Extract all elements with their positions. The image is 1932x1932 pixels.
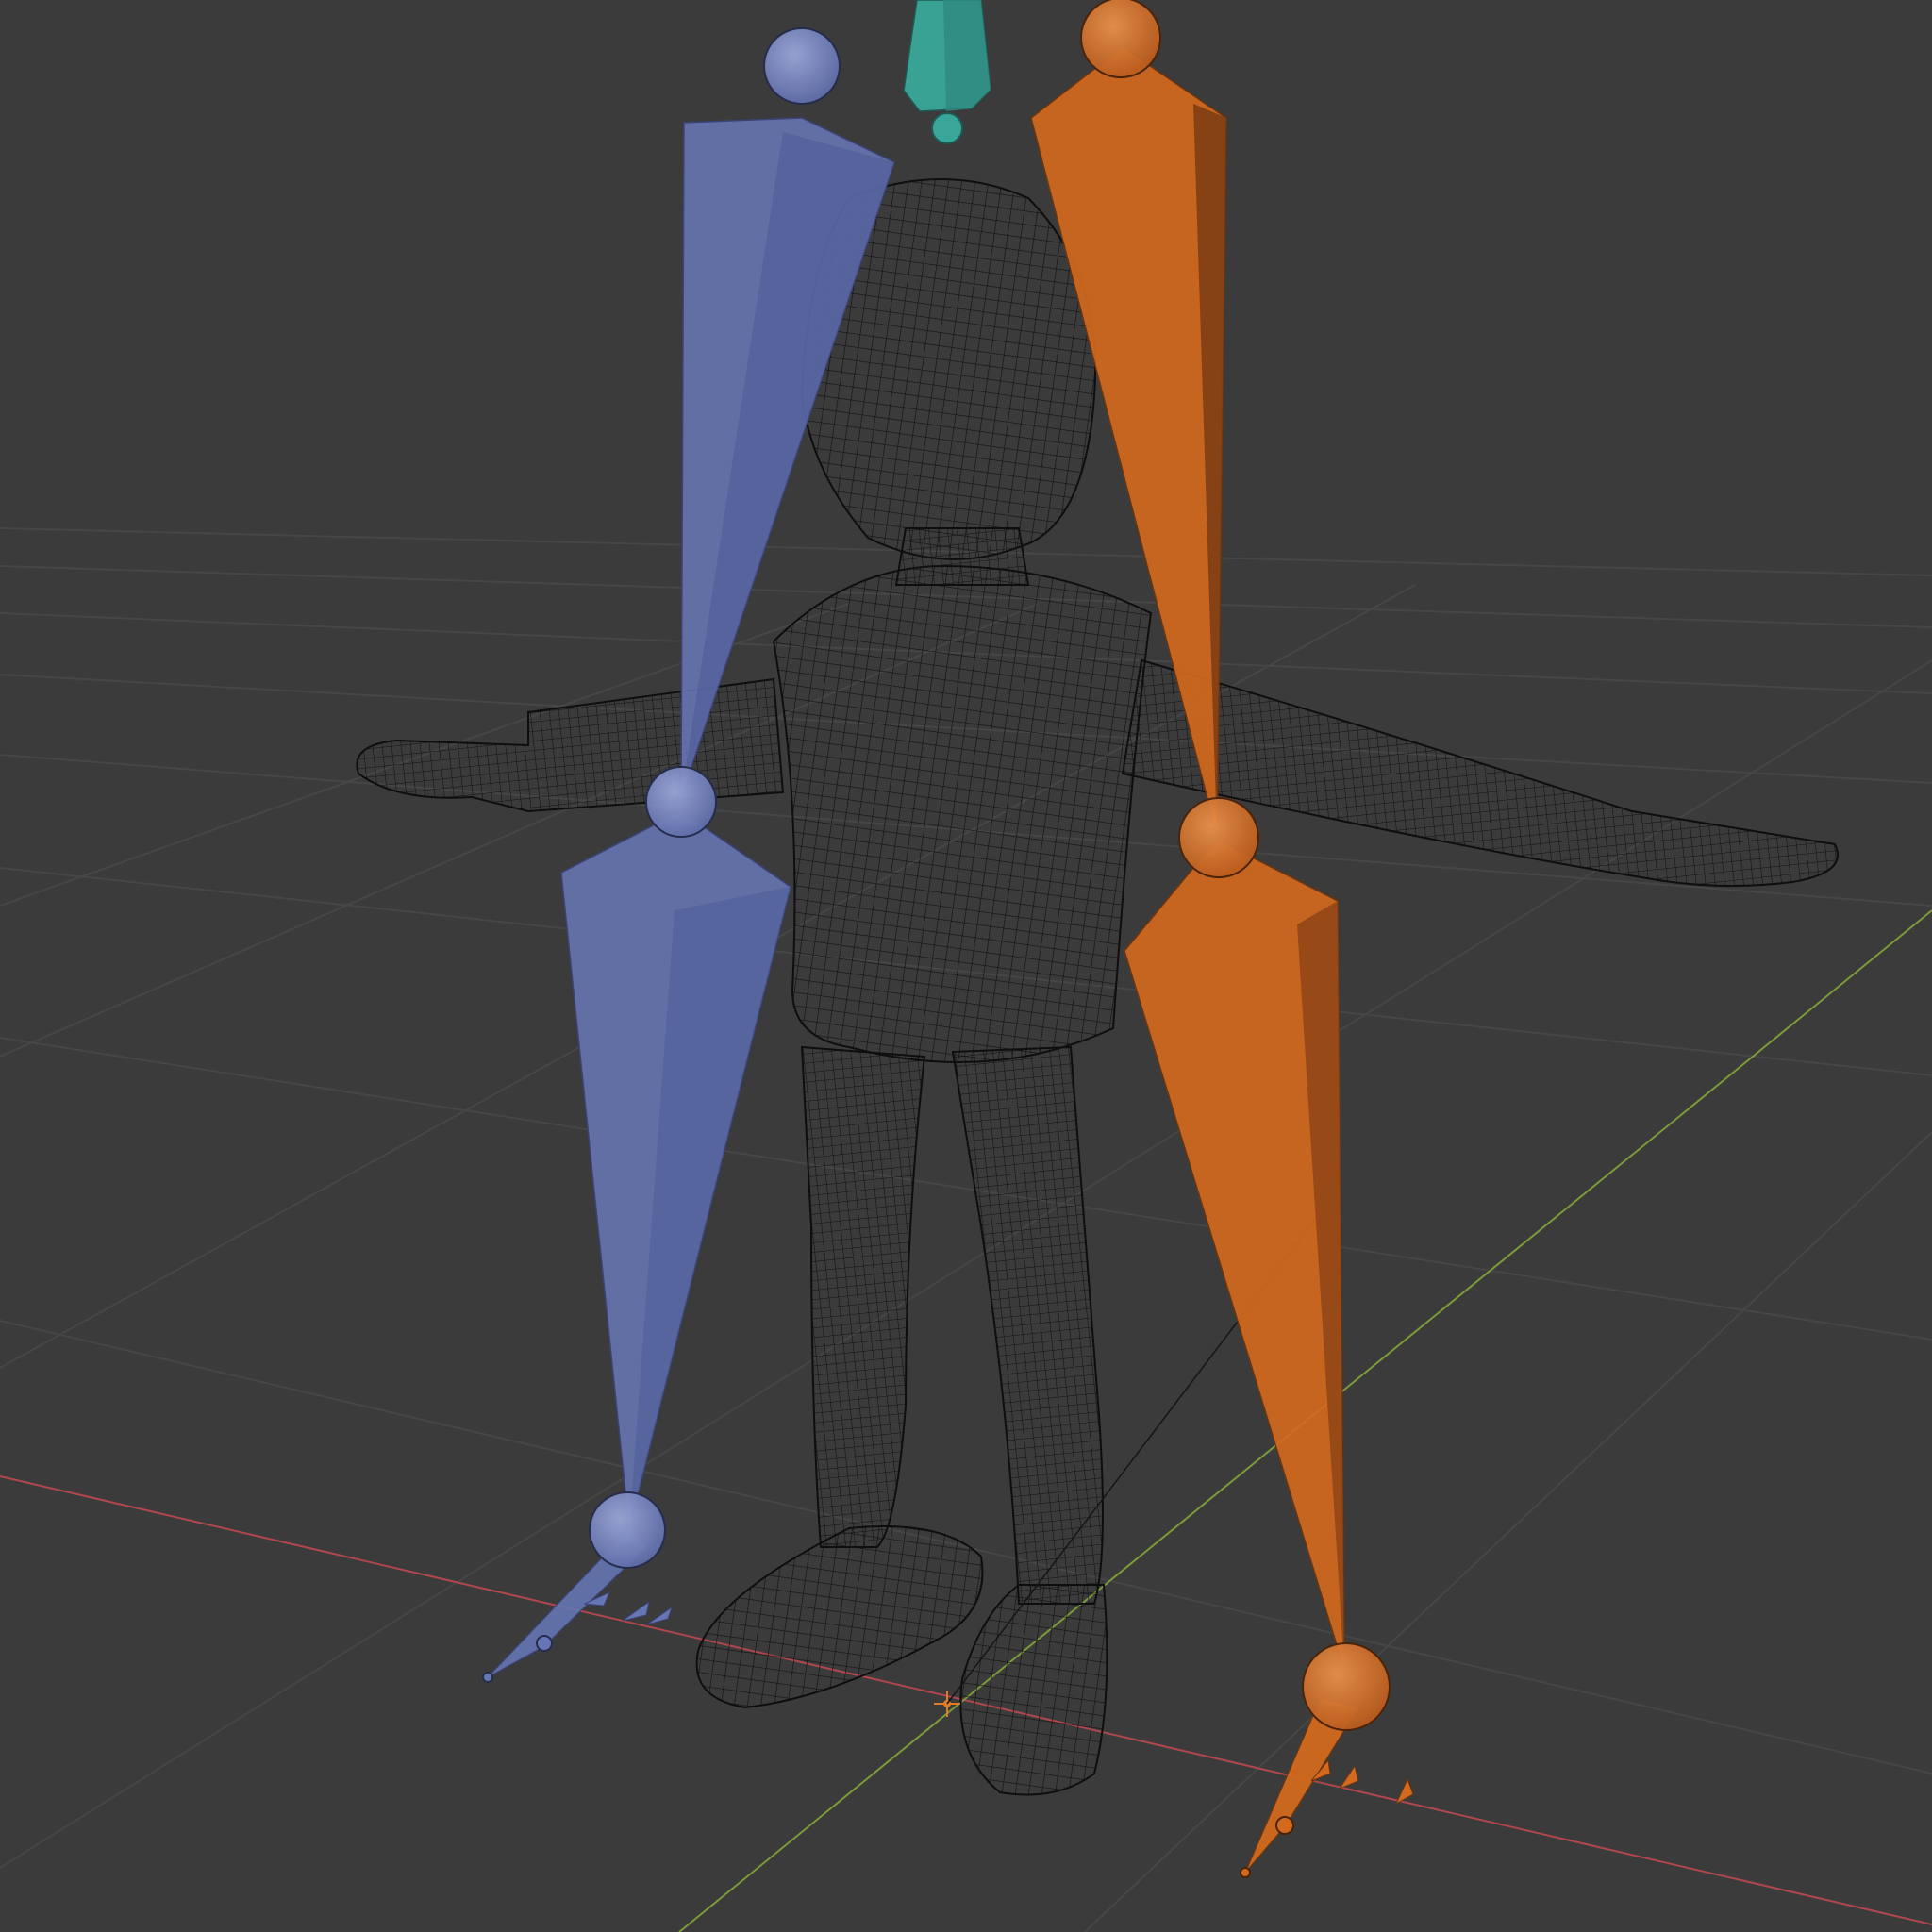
right-knee-joint[interactable] (1178, 797, 1259, 878)
right-toe-bone-2[interactable] (1338, 1764, 1359, 1790)
right-shoe-mesh (959, 1584, 1108, 1796)
left-toe-tip[interactable] (482, 1672, 493, 1683)
right-toe-tip[interactable] (1240, 1867, 1251, 1878)
left-shoe-mesh (695, 1525, 984, 1709)
left-toe-bone-3[interactable] (646, 1606, 673, 1625)
right-ankle-joint[interactable] (1302, 1642, 1391, 1731)
neck-mesh (894, 527, 1030, 586)
left-knee-joint[interactable] (645, 766, 717, 838)
left-ankle-joint[interactable] (589, 1491, 666, 1569)
left-toe-joint[interactable] (536, 1635, 553, 1652)
right-toe-bone-3[interactable] (1394, 1777, 1414, 1806)
3d-viewport[interactable] (0, 0, 1932, 1932)
right-hip-joint[interactable] (1080, 0, 1161, 78)
right-toe-joint[interactable] (1275, 1816, 1294, 1835)
armature-center[interactable] (903, 0, 991, 144)
torso-mesh (772, 564, 1153, 1063)
left-hip-joint[interactable] (763, 27, 841, 105)
left-toe-bone-2[interactable] (622, 1600, 650, 1622)
head-bone-joint[interactable] (931, 112, 963, 144)
left-leg-mesh (800, 1045, 926, 1548)
right-leg-mesh (951, 1045, 1104, 1605)
